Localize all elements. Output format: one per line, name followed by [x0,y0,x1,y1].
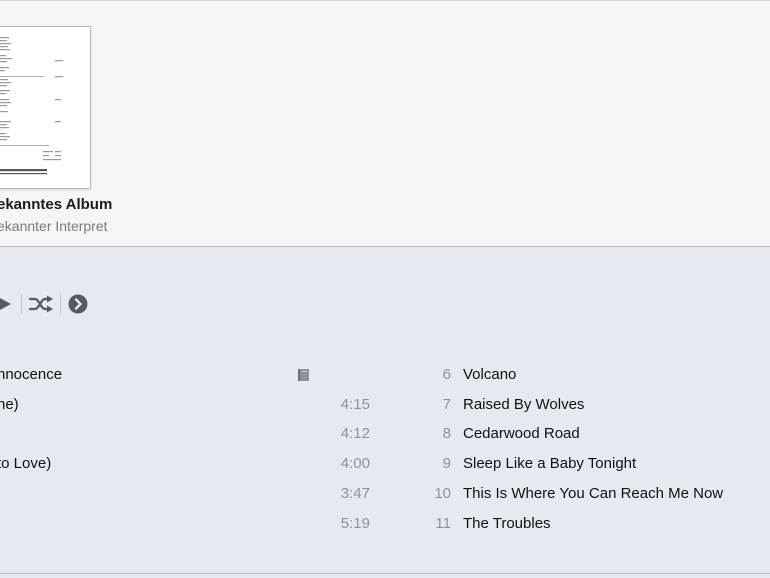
album-title[interactable]: ekanntes Album [0,196,112,213]
track-title[interactable]: ne) [0,396,19,413]
album-artist[interactable]: ekannter Interpret [0,218,108,234]
track-number: 8 [442,425,451,442]
panel-bottom-border [0,573,770,574]
track-title[interactable]: Raised By Wolves [463,396,584,413]
track-duration: 4:00 [340,455,370,472]
track-title[interactable]: The Troubles [463,515,551,532]
track-title[interactable]: nnocence [0,366,62,383]
shuffle-icon[interactable] [28,295,54,313]
track-number: 9 [442,455,451,472]
more-options-icon[interactable] [68,294,88,314]
control-divider [21,294,22,314]
play-icon[interactable] [0,296,14,312]
booklet-icon[interactable] [297,368,311,382]
track-duration: 3:47 [340,485,370,502]
track-title[interactable]: Sleep Like a Baby Tonight [463,455,636,472]
track-duration: 4:15 [340,396,370,413]
album-header: ekanntes Album ekannter Interpret [0,0,770,247]
track-title[interactable]: to Love) [0,455,51,472]
track-duration: 5:19 [340,515,370,532]
track-number: 10 [434,485,451,502]
track-number: 7 [442,396,451,413]
control-divider [60,294,61,314]
track-number: 11 [435,515,451,532]
track-number: 6 [442,366,451,383]
track-duration: 4:12 [340,425,370,442]
track-title[interactable]: This Is Where You Can Reach Me Now [463,485,723,502]
track-list-panel [0,247,770,578]
album-artwork[interactable] [0,26,91,189]
track-title[interactable]: Cedarwood Road [463,425,580,442]
track-title[interactable]: Volcano [463,366,516,383]
